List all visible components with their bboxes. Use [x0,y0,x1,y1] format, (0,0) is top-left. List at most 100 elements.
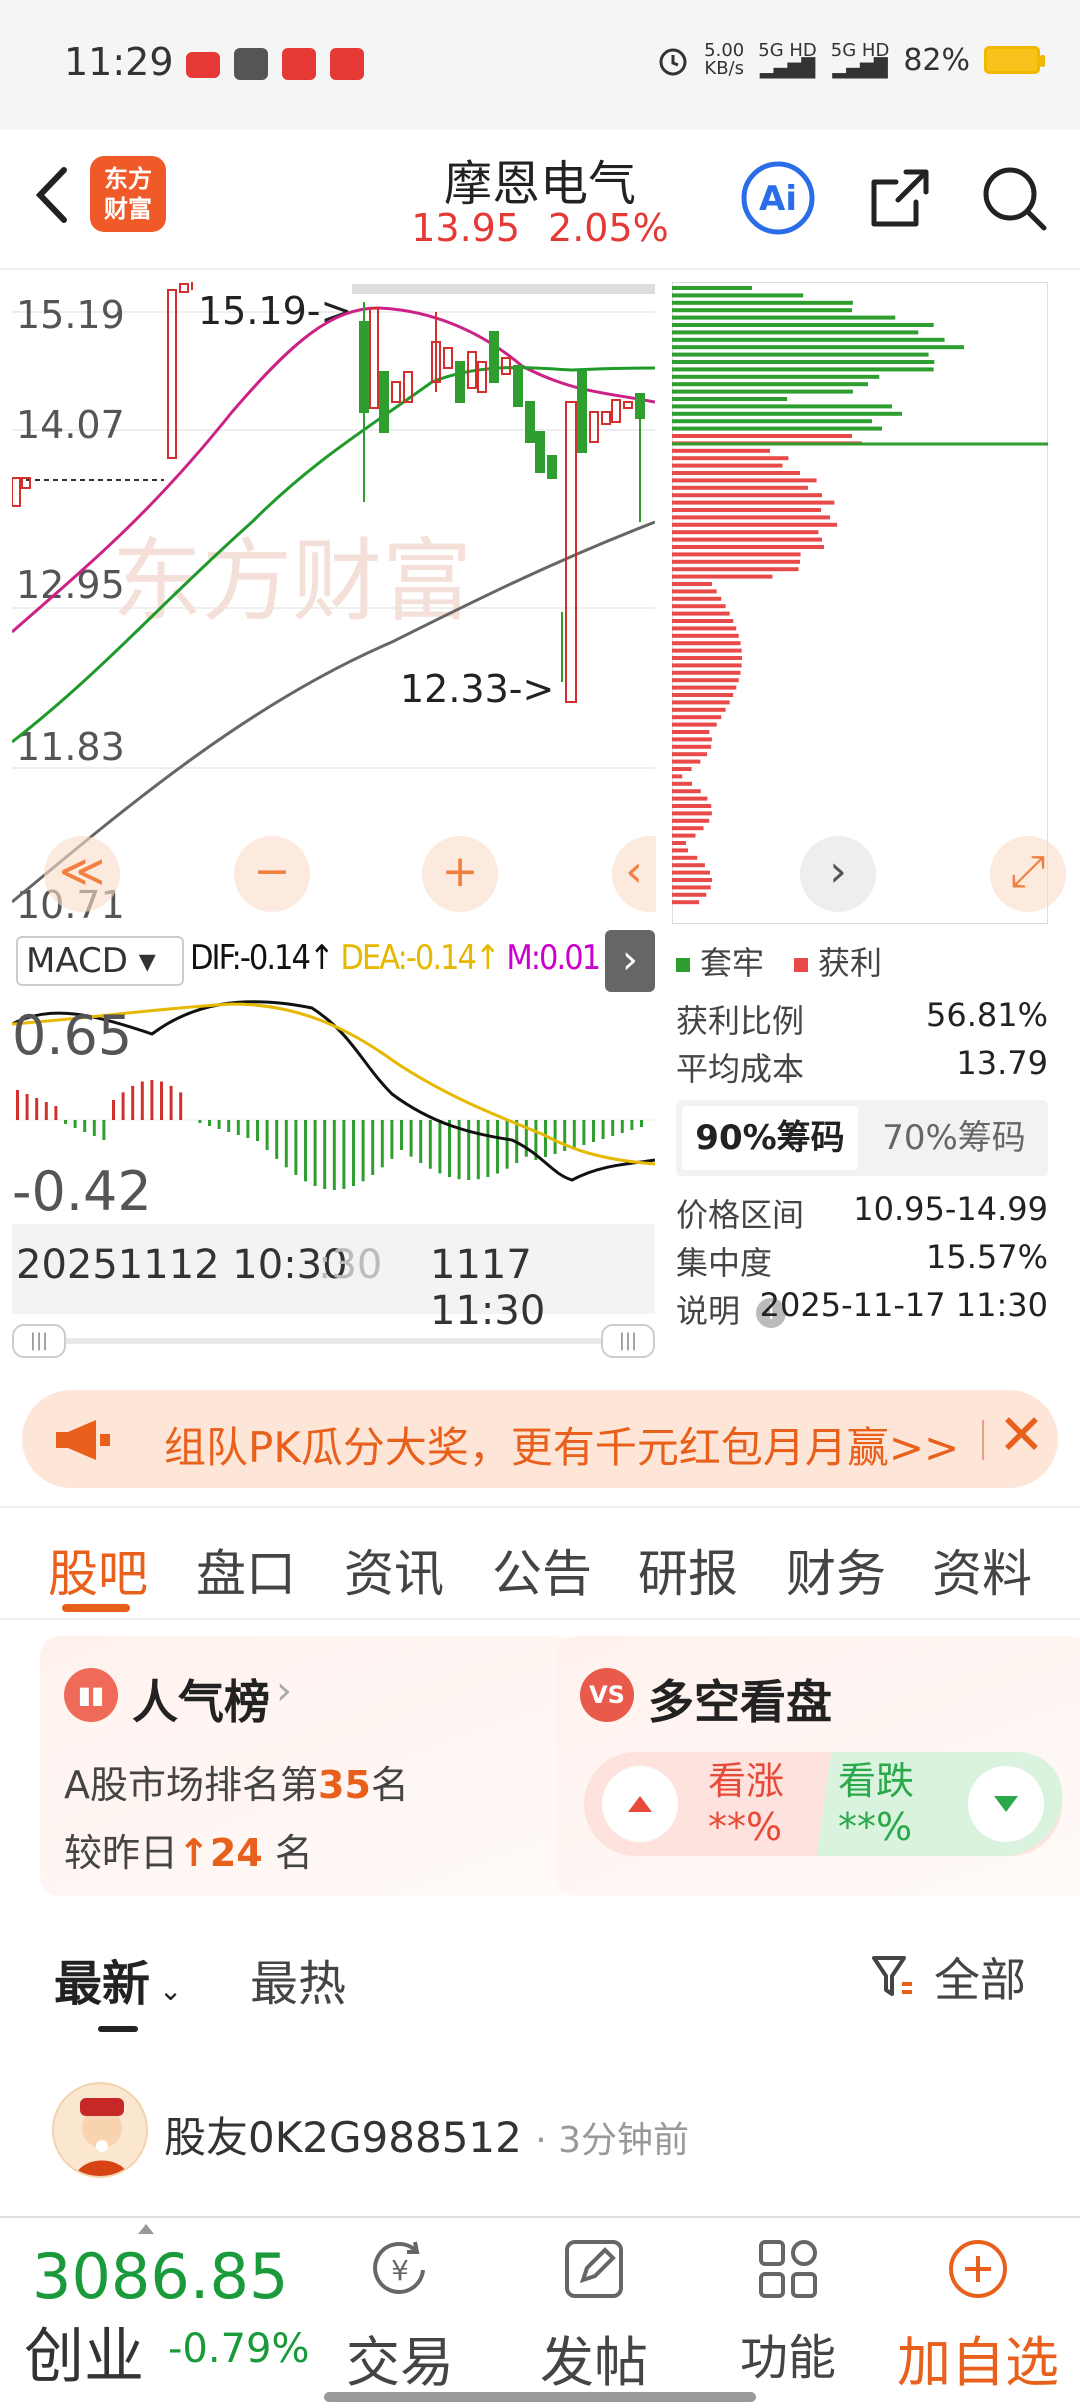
popularity-card[interactable]: ▮▮ 人气榜 › A股市场排名第35名 较昨日↑24 名 [40,1636,574,1896]
chip-bar [672,744,712,749]
tab-guba[interactable]: 股吧 [48,1534,148,1606]
filter-all[interactable]: 全部 [934,1944,1026,2010]
tab-research[interactable]: 研报 [638,1534,738,1606]
chip-bar [672,737,712,742]
promo-banner[interactable]: 组队PK瓜分大奖，更有千元红包月月赢>> ✕ [22,1390,1058,1488]
expand-icon[interactable]: ⤢ [990,836,1066,912]
chip-bar [672,330,919,335]
macd-bar [419,1120,423,1164]
macd-bar [44,1102,48,1120]
tab-70-chips[interactable]: 70%筹码 [866,1106,1042,1170]
signal-2: 5G HD ▂▄▆█ [830,40,890,79]
time-start: 20251112 10:30 [16,1242,348,1288]
tab-finance[interactable]: 财务 [786,1534,886,1606]
news-notify-icon [330,48,364,80]
index-value[interactable]: 3086.85 [32,2240,288,2313]
chip-bar [672,315,896,320]
chip-bar [672,537,822,542]
chip-bar [672,389,853,394]
ai-icon[interactable]: Ai [738,158,818,238]
tab-profile[interactable]: 资料 [932,1534,1032,1606]
chip-bar [672,360,935,364]
concentration-row: 集中度 15.57% [676,1238,1048,1282]
chip-bar [672,500,835,505]
more-indicators-button[interactable]: › [605,930,655,992]
index-name[interactable]: 创业 [24,2308,144,2395]
chip-bar [672,293,804,298]
tab-indicator [62,1604,130,1612]
chip-bar [672,833,696,838]
chip-bar [672,604,726,609]
low-label: 12.33-> [400,667,554,711]
avatar[interactable] [52,2082,148,2178]
nav-functions[interactable]: 功能 [708,2234,868,2388]
net-speed: 5.00 KB/s [704,40,745,79]
tab-news[interactable]: 资讯 [344,1534,444,1606]
sort-hottest[interactable]: 最热 [250,1944,346,2014]
chart-bars-icon: ▮▮ [64,1668,118,1722]
popularity-title: 人气榜 [132,1675,270,1729]
dif-value: DIF:-0.14↑ [190,938,335,978]
macd-bar [592,1120,595,1142]
stock-price: 13.95 [411,206,521,250]
search-icon[interactable] [974,158,1054,238]
macd-bar [246,1120,250,1138]
zoom-out-button[interactable]: − [234,836,310,912]
tab-announcements[interactable]: 公告 [492,1534,592,1606]
zoom-in-button[interactable]: + [422,836,498,912]
scroll-right-button[interactable]: › [800,836,876,912]
macd-bar [179,1092,183,1120]
macd-y-bottom: -0.42 [12,1160,152,1223]
tab-90-chips[interactable]: 90%筹码 [682,1106,858,1170]
alarm-icon [659,48,687,76]
svg-text:Ai: Ai [759,179,797,219]
filter-icon[interactable] [870,1952,914,2002]
nav-trade[interactable]: ¥ 交易 [320,2234,480,2397]
macd-y-top: 0.65 [12,1004,132,1067]
macd-bar [256,1120,259,1141]
kline-first-button[interactable]: ≪ [44,836,120,912]
chip-bar [672,789,701,794]
range-scroller[interactable]: ||| ||| [12,1324,655,1358]
share-icon[interactable] [860,158,940,238]
chip-bar [672,848,688,853]
chip-bar [672,367,934,372]
chip-bar [672,382,869,387]
macd-bar [572,1120,576,1148]
post-item[interactable]: 股友0K2G988512 · 3分钟前 [0,2082,1080,2182]
post-author[interactable]: 股友0K2G988512 · 3分钟前 [164,2104,689,2165]
status-bar: 11:29 5.00 KB/s 5G HD ▂▄▆█ 5G HD ▂▄▆█ 82% [0,0,1080,130]
macd-bar [601,1120,605,1139]
chip-bar [672,900,700,905]
vote-down-button[interactable] [968,1766,1044,1842]
nav-post[interactable]: 发帖 [514,2234,674,2397]
sort-newest[interactable]: 最新 ⌄ [54,1944,182,2014]
indicator-select[interactable]: MACD ▾ [16,936,184,986]
chip-bar [672,308,853,313]
macd-bar [361,1120,365,1182]
sort-indicator [98,2026,138,2032]
home-indicator[interactable] [324,2392,756,2402]
nav-add-watchlist[interactable]: 加自选 [888,2234,1068,2397]
bull-bear-card[interactable]: VS 多空看盘 看涨 **% 看跌 **% [556,1636,1080,1896]
macd-bar [208,1120,211,1126]
macd-bar [150,1080,154,1120]
index-change[interactable]: -0.79% [168,2326,310,2372]
macd-bar [342,1120,346,1189]
yen-icon: ¥ [373,2241,425,2294]
signal-1: 5G HD ▂▄▆█ [758,40,817,79]
close-icon[interactable]: ✕ [998,1408,1045,1464]
edit-icon [565,2240,623,2298]
chip-bar [672,700,730,705]
tab-pankou[interactable]: 盘口 [196,1534,296,1606]
feed-filter-row: 最新 ⌄ 最热 全部 [0,1930,1080,2032]
scroller-left-handle[interactable]: ||| [12,1324,66,1358]
svg-text:¥: ¥ [391,2254,409,2287]
vote-up-button[interactable] [602,1766,678,1842]
kline-chart[interactable]: 东方财富 15.19 14.07 12.95 11.83 10.71 15.19… [12,282,655,924]
macd-bar [275,1120,279,1159]
macd-bar [294,1120,298,1175]
scroller-right-handle[interactable]: ||| [601,1324,655,1358]
macd-bar [284,1120,288,1168]
macd-bar [582,1120,586,1145]
